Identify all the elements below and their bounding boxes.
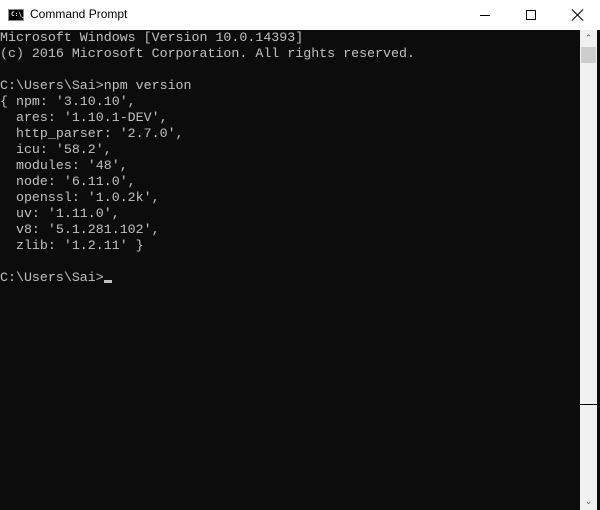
close-button[interactable] [554,0,600,30]
console-line: openssl: '1.0.2k', [15,190,160,205]
chevron-down-icon: ⌄ [584,496,593,506]
console-line: C:\Users\Sai>npm version [0,78,192,93]
console-line: modules: '48', [15,158,128,173]
scroll-down-button[interactable]: ⌄ [580,493,597,510]
minimize-button[interactable] [462,0,508,30]
window-title: Command Prompt [30,7,128,21]
console-line: uv: '1.11.0', [15,206,120,221]
console-line: (c) 2016 Microsoft Corporation. All righ… [0,46,415,61]
console-line: Microsoft Windows [Version 10.0.14393] [0,30,304,45]
console-line: icu: '58.2', [15,142,112,157]
console-line: node: '6.11.0', [15,174,136,189]
chevron-up-icon: ⌃ [584,33,593,43]
console-line: zlib: '1.2.11' } [15,238,144,253]
scroll-up-button[interactable]: ⌃ [580,30,597,47]
console-line: { npm: '3.10.10', [0,94,136,109]
maximize-button[interactable] [508,0,554,30]
text-cursor [103,280,112,283]
cmd-icon: C:\_ [8,9,25,21]
console-output[interactable]: Microsoft Windows [Version 10.0.14393] (… [0,30,580,510]
console-line: v8: '5.1.281.102', [15,222,160,237]
console-prompt: C:\Users\Sai> [0,270,104,285]
close-icon [571,9,583,21]
scroll-position-marker [580,404,597,405]
console-line: ares: '1.10.1-DEV', [15,110,168,125]
scroll-thumb[interactable] [581,47,596,63]
console-line: http_parser: '2.7.0', [15,126,184,141]
title-bar[interactable]: C:\_ Command Prompt [0,0,600,30]
minimize-icon [480,14,490,16]
maximize-icon [526,10,536,20]
console-text: Microsoft Windows [Version 10.0.14393] (… [0,30,415,286]
vertical-scrollbar[interactable]: ⌃ ⌄ [580,30,597,510]
